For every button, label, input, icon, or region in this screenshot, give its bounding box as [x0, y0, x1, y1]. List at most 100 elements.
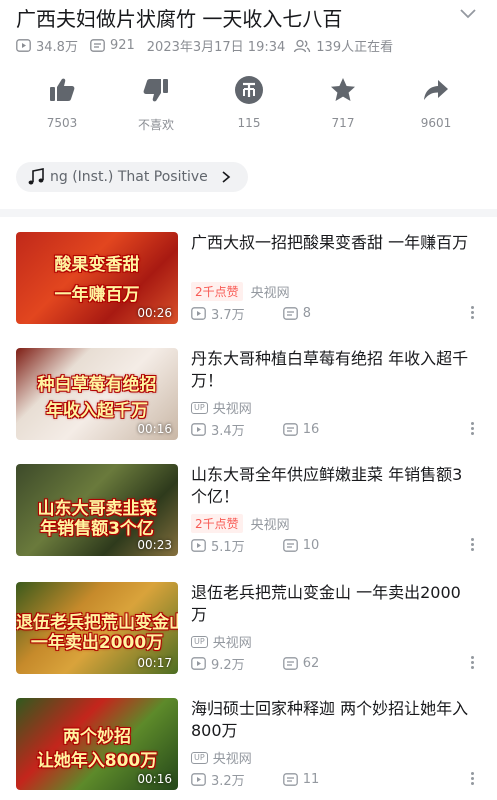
comment-count-icon — [282, 657, 298, 670]
video-author-row: 2千点赞 央视网 — [191, 282, 290, 301]
view-count: 34.8万 — [36, 40, 78, 55]
thumbnail-caption: 酸果变香甜 — [54, 255, 140, 275]
thumbnail-caption: 年收入超千万 — [46, 401, 148, 421]
comment-count: 62 — [302, 656, 320, 671]
likes-badge: 2千点赞 — [191, 282, 243, 301]
comment-count-icon — [282, 773, 298, 786]
video-counts: 3.2万 11 — [191, 770, 319, 789]
chevron-right-icon — [222, 171, 231, 183]
share-icon — [424, 80, 448, 100]
video-stats: 34.8万 921 2023年3月17日 19:34 139人正在看 — [16, 36, 399, 55]
background-music-chip[interactable]: ng (Inst.) That Positive — [16, 162, 248, 192]
comment-count: 16 — [302, 422, 320, 437]
thumbs-down-icon — [143, 79, 168, 102]
related-video-card[interactable]: 酸果变香甜 一年赚百万 00:26 广西大叔一招把酸果变香甜 一年赚百万 2千点… — [16, 232, 482, 324]
thumbnail-caption: 一年卖出2000万 — [30, 633, 164, 653]
related-video-card[interactable]: 两个妙招 让她年入800万 00:16 海归硕士回家种释迦 两个妙招让她年入80… — [16, 698, 482, 790]
play-count-icon — [191, 773, 206, 786]
uploader-icon: UP — [191, 751, 208, 764]
like-count: 7503 — [46, 116, 78, 130]
video-title: 广西夫妇做片状腐竹 一天收入七八百 — [16, 7, 343, 31]
related-video-title[interactable]: 退伍老兵把荒山变金山 一年卖出2000万 — [191, 582, 471, 626]
coin-icon — [235, 76, 263, 104]
uploader-icon: UP — [191, 401, 208, 414]
author-name[interactable]: 央视网 — [213, 748, 252, 767]
video-author-row: UP 央视网 — [191, 632, 252, 651]
video-author-row: UP 央视网 — [191, 748, 252, 767]
comment-count-icon — [282, 307, 298, 320]
video-author-row: UP 央视网 — [191, 398, 252, 417]
video-thumbnail[interactable]: 种白草莓有绝招 年收入超千万 00:16 — [16, 348, 178, 440]
video-duration: 00:16 — [137, 772, 172, 786]
video-thumbnail[interactable]: 两个妙招 让她年入800万 00:16 — [16, 698, 178, 790]
like-button[interactable]: 7503 — [22, 72, 102, 130]
thumbnail-caption: 两个妙招 — [63, 727, 131, 747]
coin-count: 115 — [237, 116, 261, 130]
section-divider — [0, 209, 497, 217]
play-count-icon — [191, 657, 206, 670]
dislike-label: 不喜欢 — [137, 118, 174, 132]
more-options-icon[interactable] — [468, 536, 476, 554]
video-counts: 3.7万 8 — [191, 304, 311, 323]
comment-count: 8 — [302, 306, 311, 321]
dislike-button[interactable]: 不喜欢 — [116, 72, 196, 133]
related-video-card[interactable]: 山东大哥卖韭菜 年销售额3个亿 00:23 山东大哥全年供应鲜嫩韭菜 年销售额3… — [16, 464, 482, 556]
more-options-icon[interactable] — [468, 654, 476, 672]
music-title: ng (Inst.) That Positive — [50, 169, 208, 185]
share-button[interactable]: 9601 — [396, 72, 476, 130]
video-thumbnail[interactable]: 退伍老兵把荒山变金山 一年卖出2000万 00:17 — [16, 582, 178, 674]
video-thumbnail[interactable]: 山东大哥卖韭菜 年销售额3个亿 00:23 — [16, 464, 178, 556]
star-icon — [331, 78, 355, 101]
play-count-icon — [16, 39, 31, 52]
more-options-icon[interactable] — [468, 420, 476, 438]
related-video-card[interactable]: 退伍老兵把荒山变金山 一年卖出2000万 00:17 退伍老兵把荒山变金山 一年… — [16, 582, 482, 674]
video-counts: 3.4万 16 — [191, 420, 319, 439]
likes-badge: 2千点赞 — [191, 514, 243, 533]
play-count-icon — [191, 539, 206, 552]
author-name[interactable]: 央视网 — [213, 632, 252, 651]
related-video-title[interactable]: 海归硕士回家种释迦 两个妙招让她年入800万 — [191, 698, 471, 742]
thumbnail-caption: 让她年入800万 — [36, 751, 158, 771]
video-counts: 5.1万 10 — [191, 536, 319, 555]
related-video-title[interactable]: 丹东大哥种植白草莓有绝招 年收入超千万！ — [191, 348, 471, 392]
related-video-title[interactable]: 山东大哥全年供应鲜嫩韭菜 年销售额3个亿！ — [191, 464, 471, 508]
author-name[interactable]: 央视网 — [251, 514, 290, 533]
play-count-icon — [191, 423, 206, 436]
video-counts: 9.2万 62 — [191, 654, 319, 673]
more-options-icon[interactable] — [468, 770, 476, 788]
video-duration: 00:23 — [137, 538, 172, 552]
video-duration: 00:16 — [137, 422, 172, 436]
play-count: 3.7万 — [211, 308, 245, 323]
video-duration: 00:26 — [137, 306, 172, 320]
viewers-icon — [294, 39, 311, 52]
comment-count: 11 — [302, 772, 320, 787]
danmaku-count: 921 — [109, 38, 135, 53]
author-name[interactable]: 央视网 — [213, 398, 252, 417]
favorite-button[interactable]: 717 — [303, 72, 383, 130]
play-count: 5.1万 — [211, 540, 245, 555]
related-video-title[interactable]: 广西大叔一招把酸果变香甜 一年赚百万 — [191, 232, 471, 254]
play-count: 3.4万 — [211, 424, 245, 439]
play-count: 9.2万 — [211, 658, 245, 673]
comment-count: 10 — [302, 538, 320, 553]
thumbs-up-icon — [50, 78, 75, 101]
author-name[interactable]: 央视网 — [251, 282, 290, 301]
play-count-icon — [191, 307, 206, 320]
play-count: 3.2万 — [211, 774, 245, 789]
watching-now: 139人正在看 — [316, 40, 394, 55]
music-note-icon — [28, 168, 44, 185]
favorite-count: 717 — [331, 116, 355, 130]
thumbnail-caption: 年销售额3个亿 — [40, 519, 154, 539]
coin-button[interactable]: 115 — [209, 72, 289, 130]
more-options-icon[interactable] — [468, 304, 476, 322]
related-video-card[interactable]: 种白草莓有绝招 年收入超千万 00:16 丹东大哥种植白草莓有绝招 年收入超千万… — [16, 348, 482, 440]
video-author-row: 2千点赞 央视网 — [191, 514, 290, 533]
uploader-icon: UP — [191, 635, 208, 648]
publish-date: 2023年3月17日 19:34 — [146, 40, 286, 55]
video-thumbnail[interactable]: 酸果变香甜 一年赚百万 00:26 — [16, 232, 178, 324]
thumbnail-caption: 种白草莓有绝招 — [37, 375, 157, 395]
share-count: 9601 — [420, 116, 452, 130]
comment-count-icon — [282, 423, 298, 436]
chevron-down-icon[interactable] — [459, 6, 477, 20]
thumbnail-caption: 一年赚百万 — [54, 285, 140, 305]
